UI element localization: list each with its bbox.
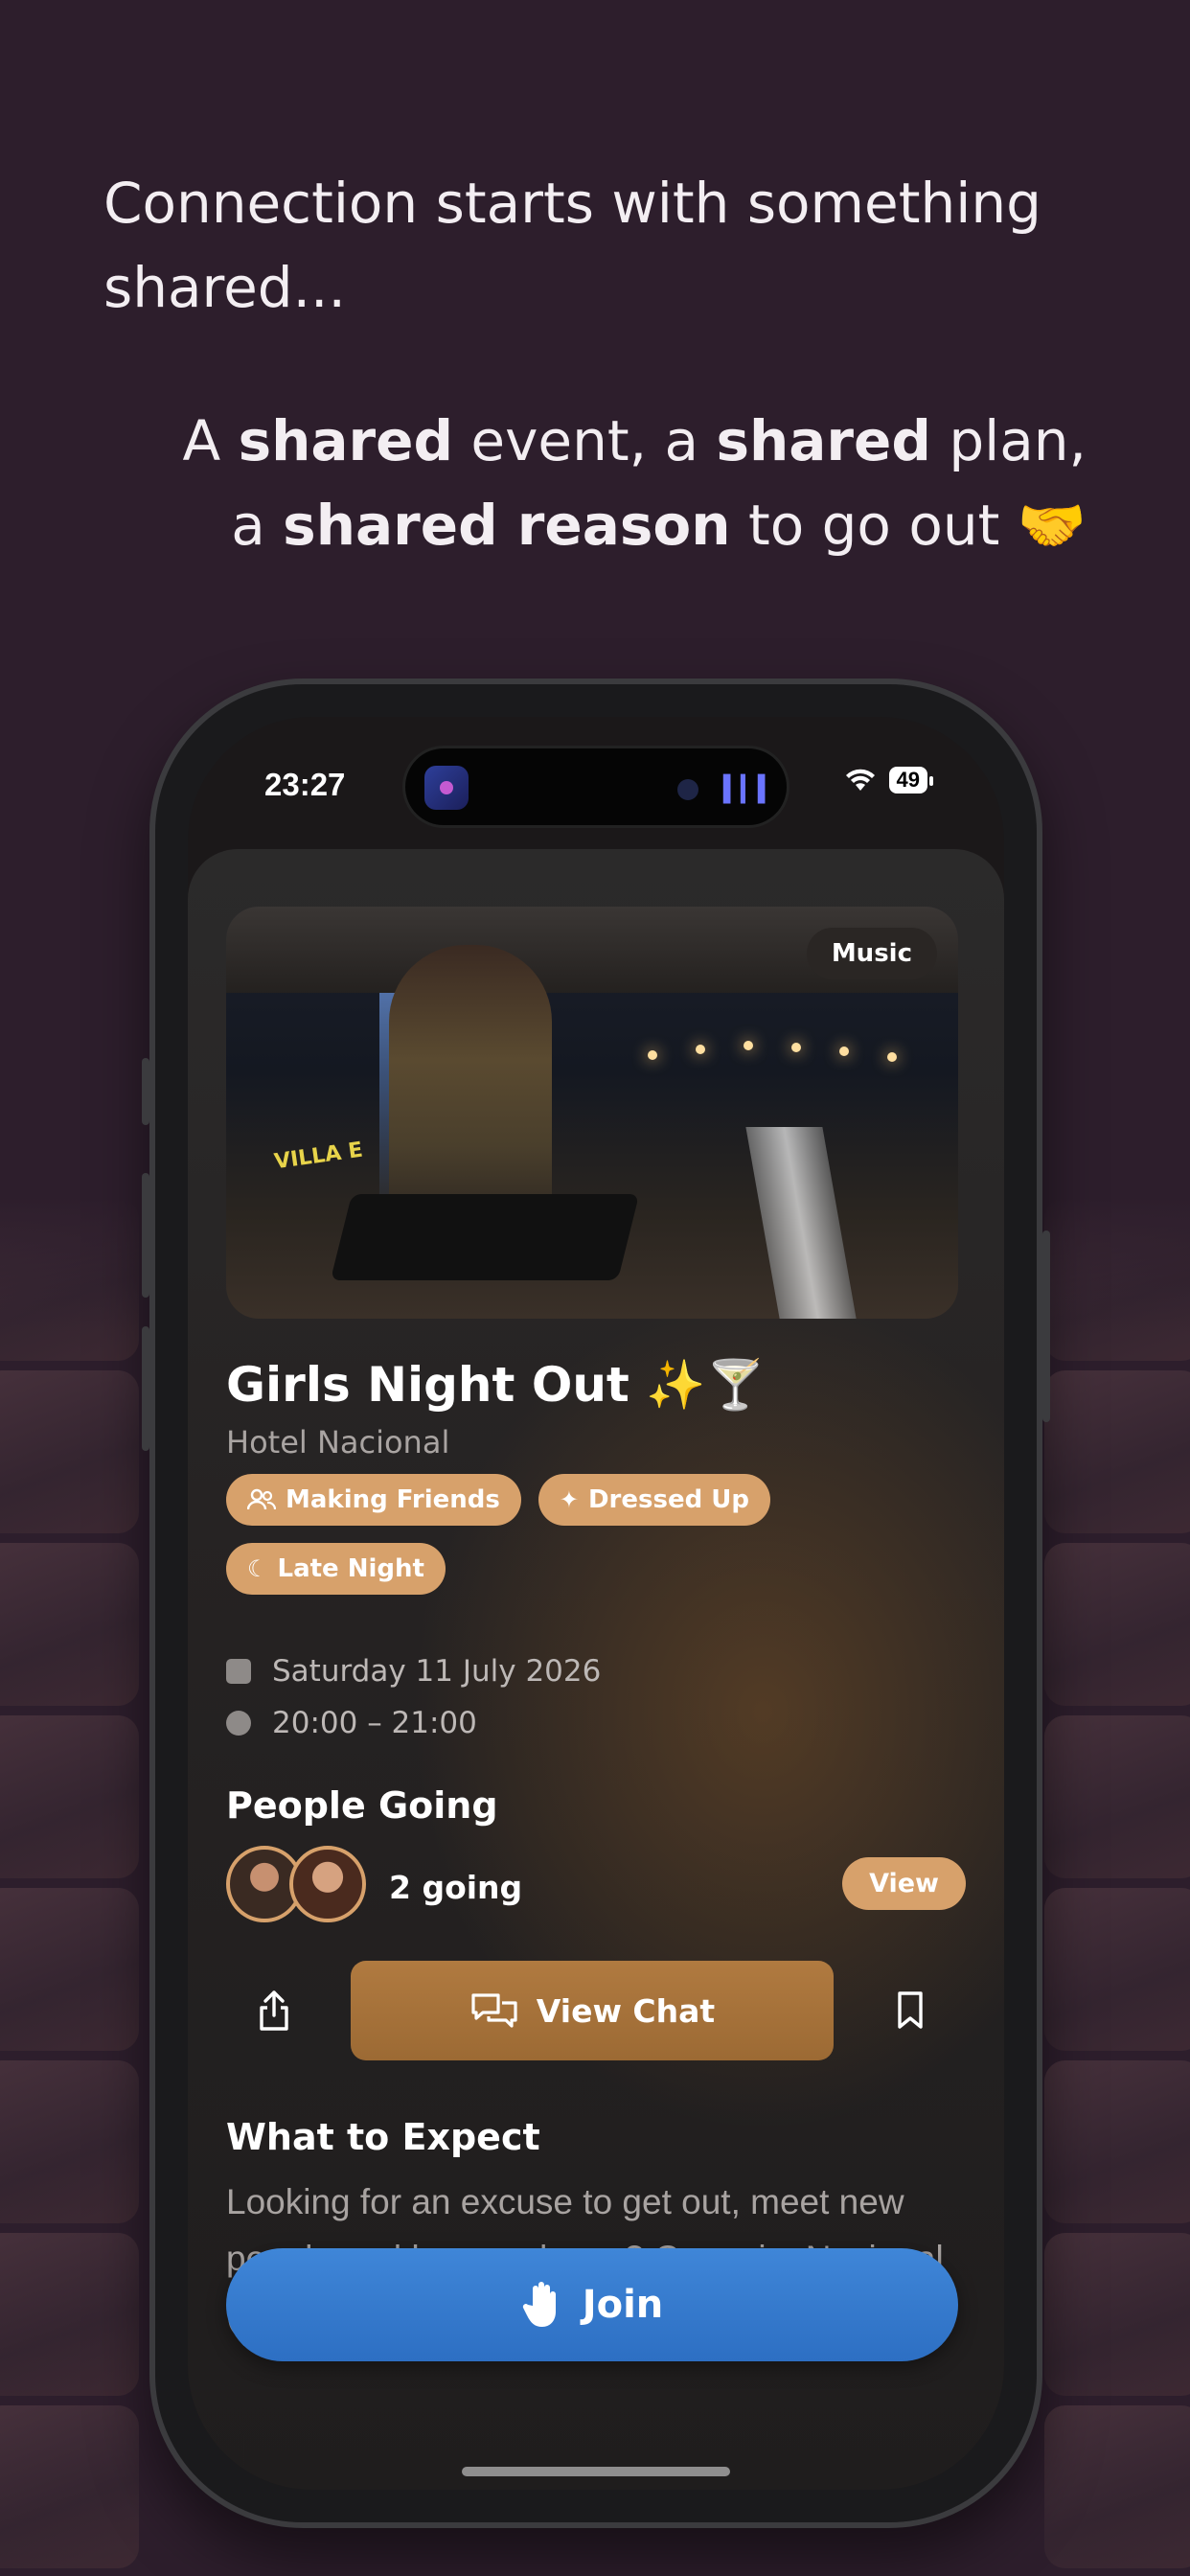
app-icon xyxy=(424,766,469,810)
calendar-icon xyxy=(226,1659,251,1684)
tag-label: Late Night xyxy=(277,1554,424,1583)
subline-text: event, a xyxy=(452,408,717,473)
sparkle-icon: ✦ xyxy=(559,1486,579,1513)
event-date-row: Saturday 11 July 2026 xyxy=(226,1654,601,1689)
event-tags: Making Friends ✦ Dressed Up ☾ Late Night xyxy=(226,1474,958,1595)
subline-text: to go out 🤝 xyxy=(730,493,1087,558)
moon-icon: ☾ xyxy=(247,1555,268,1582)
status-time: 23:27 xyxy=(264,767,346,802)
category-badge: Music xyxy=(806,928,937,979)
avatar[interactable] xyxy=(289,1846,366,1922)
clock-icon xyxy=(226,1711,251,1736)
phone-power-button xyxy=(1042,1230,1050,1422)
event-time: 20:00 – 21:00 xyxy=(272,1706,477,1740)
join-button[interactable]: Join xyxy=(226,2248,958,2361)
status-indicators: 49 xyxy=(845,767,934,794)
camera-icon xyxy=(677,779,698,800)
promo-subline: A shared event, a shared plan, a shared … xyxy=(128,399,1087,567)
phone-volume-down xyxy=(142,1326,149,1451)
subline-bold: shared reason xyxy=(283,493,731,558)
people-icon xyxy=(247,1488,276,1510)
battery-icon: 49 xyxy=(888,767,934,794)
promo-headline: Connection starts with something shared.… xyxy=(103,171,1041,320)
view-attendees-button[interactable]: View xyxy=(842,1857,966,1910)
event-title: Girls Night Out ✨🍸 xyxy=(226,1357,766,1413)
people-going-title: People Going xyxy=(226,1784,498,1827)
hand-icon xyxy=(522,2282,556,2327)
phone-screen: 23:27 ▍▎▍ 49 VILLA E Music Girls Night O… xyxy=(188,717,1004,2490)
what-to-expect-title: What to Expect xyxy=(226,2116,540,2158)
event-hero-image[interactable]: VILLA E Music xyxy=(226,907,958,1319)
attendee-avatars[interactable] xyxy=(226,1846,366,1922)
share-icon xyxy=(260,1990,288,2031)
subline-bold: shared xyxy=(716,408,931,473)
phone-frame: 23:27 ▍▎▍ 49 VILLA E Music Girls Night O… xyxy=(142,678,1050,2528)
tag-chip[interactable]: Making Friends xyxy=(226,1474,521,1526)
chat-icon xyxy=(471,1993,517,2028)
event-date: Saturday 11 July 2026 xyxy=(272,1654,602,1689)
join-label: Join xyxy=(582,2283,664,2327)
tag-chip[interactable]: ✦ Dressed Up xyxy=(538,1474,770,1526)
wifi-icon xyxy=(845,769,875,791)
bookmark-icon xyxy=(898,1991,923,2029)
view-chat-button[interactable]: View Chat xyxy=(351,1961,834,2060)
event-time-row: 20:00 – 21:00 xyxy=(226,1706,477,1740)
audio-wave-icon: ▍▎▍ xyxy=(723,775,777,804)
home-indicator xyxy=(462,2467,730,2476)
tag-label: Dressed Up xyxy=(587,1485,749,1514)
tag-chip[interactable]: ☾ Late Night xyxy=(226,1543,446,1595)
phone-volume-up xyxy=(142,1173,149,1298)
action-row: View Chat xyxy=(226,1961,958,2060)
going-count: 2 going xyxy=(389,1869,523,1906)
subline-text: plan, xyxy=(930,408,1087,473)
event-venue[interactable]: Hotel Nacional xyxy=(226,1424,449,1460)
view-chat-label: View Chat xyxy=(536,1991,716,2030)
share-button[interactable] xyxy=(226,1961,322,2060)
subline-text: A xyxy=(182,408,239,473)
tag-label: Making Friends xyxy=(286,1485,500,1514)
dynamic-island: ▍▎▍ xyxy=(402,746,790,828)
subline-bold: shared xyxy=(238,408,453,473)
bookmark-button[interactable] xyxy=(862,1961,958,2060)
hero-sign-text: VILLA E xyxy=(272,1138,365,1175)
subline-text: a xyxy=(231,493,284,558)
event-card: VILLA E Music Girls Night Out ✨🍸 Hotel N… xyxy=(188,849,1004,2490)
phone-action-button xyxy=(142,1058,149,1125)
